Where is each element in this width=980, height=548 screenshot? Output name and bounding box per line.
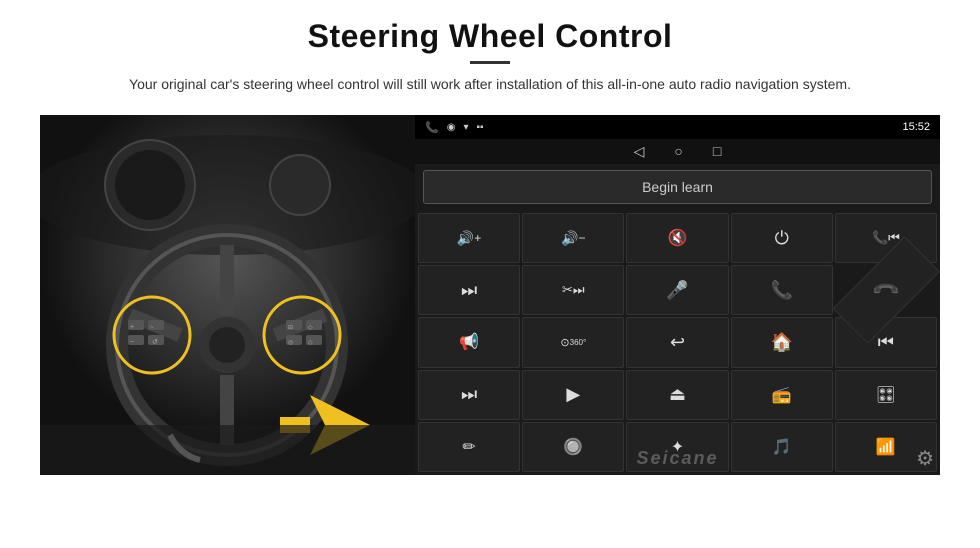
statusbar: 📞 ◉ ▾ ▪▪ 15:52 (415, 115, 940, 139)
page-title: Steering Wheel Control (40, 18, 940, 55)
svg-text:−: − (130, 339, 134, 346)
location-icon: ◉ (447, 122, 456, 133)
title-divider (470, 61, 510, 64)
vol-up-btn[interactable]: 🔊+ (418, 213, 520, 263)
svg-text:◎: ◎ (288, 340, 293, 346)
status-right: 15:52 (902, 121, 930, 133)
svg-text:◇: ◇ (308, 340, 313, 346)
phone-icon: 📞 (425, 121, 439, 134)
subtitle: Your original car's steering wheel contr… (80, 74, 900, 95)
time-display: 15:52 (902, 121, 930, 133)
steering-wheel-svg: + ~ − ↺ ⊟ ◇ ◎ ◇ (40, 115, 415, 475)
svg-text:↺: ↺ (152, 339, 158, 346)
vol-down-btn[interactable]: 🔊− (522, 213, 624, 263)
seek-fwd-btn[interactable]: ✂⏭ (522, 265, 624, 315)
signal-icon: ▪▪ (476, 122, 483, 133)
fast-fwd-btn[interactable]: ⏭ (418, 370, 520, 420)
title-section: Steering Wheel Control Your original car… (40, 18, 940, 95)
begin-learn-row: Begin learn (415, 164, 940, 210)
knob-btn[interactable]: 🔘 (522, 422, 624, 472)
settings-icon[interactable]: ⚙ (916, 446, 934, 471)
speaker-btn[interactable]: 📢 (418, 317, 520, 367)
home-btn[interactable]: 🏠 (731, 317, 833, 367)
power-btn[interactable]: ⏻ (731, 213, 833, 263)
call-btn[interactable]: 📞 (731, 265, 833, 315)
mic-btn[interactable]: 🎤 (626, 265, 728, 315)
car-image-section: + ~ − ↺ ⊟ ◇ ◎ ◇ (40, 115, 415, 475)
home-nav-icon[interactable]: ○ (674, 143, 682, 160)
bluetooth-btn[interactable]: ✦ (626, 422, 728, 472)
music-btn[interactable]: 🎵 (731, 422, 833, 472)
back-nav-icon[interactable]: ◁ (634, 143, 645, 160)
recent-nav-icon[interactable]: □ (713, 143, 721, 160)
nav-btn[interactable]: ▶ (522, 370, 624, 420)
next-track-btn[interactable]: ⏭ (418, 265, 520, 315)
status-left: 📞 ◉ ▾ ▪▪ (425, 121, 484, 134)
svg-text:+: + (130, 324, 134, 331)
svg-text:◇: ◇ (308, 325, 313, 331)
svg-text:⊟: ⊟ (288, 325, 293, 331)
back-btn[interactable]: ↩ (626, 317, 728, 367)
page-container: Steering Wheel Control Your original car… (0, 0, 980, 548)
android-navbar: ◁ ○ □ (415, 139, 940, 164)
eject-btn[interactable]: ⏏ (626, 370, 728, 420)
content-row: + ~ − ↺ ⊟ ◇ ◎ ◇ (40, 115, 940, 475)
eq-btn[interactable]: 🎛 (835, 370, 937, 420)
begin-learn-button[interactable]: Begin learn (423, 170, 932, 204)
cam360-btn[interactable]: ⊙360° (522, 317, 624, 367)
mute-btn[interactable]: 🔇 (626, 213, 728, 263)
edit-btn[interactable]: ✏ (418, 422, 520, 472)
controls-grid: 🔊+ 🔊− 🔇 ⏻ 📞⏮ ⏭ ✂⏭ 🎤 📞 📞 📢 ⊙360° ↩ 🏠 ⏮ ⏭ (415, 210, 940, 475)
wifi-icon: ▾ (463, 122, 468, 133)
radio-btn[interactable]: 📻 (731, 370, 833, 420)
svg-text:~: ~ (150, 325, 154, 331)
android-panel: 📞 ◉ ▾ ▪▪ 15:52 ◁ ○ □ Begin learn (415, 115, 940, 475)
